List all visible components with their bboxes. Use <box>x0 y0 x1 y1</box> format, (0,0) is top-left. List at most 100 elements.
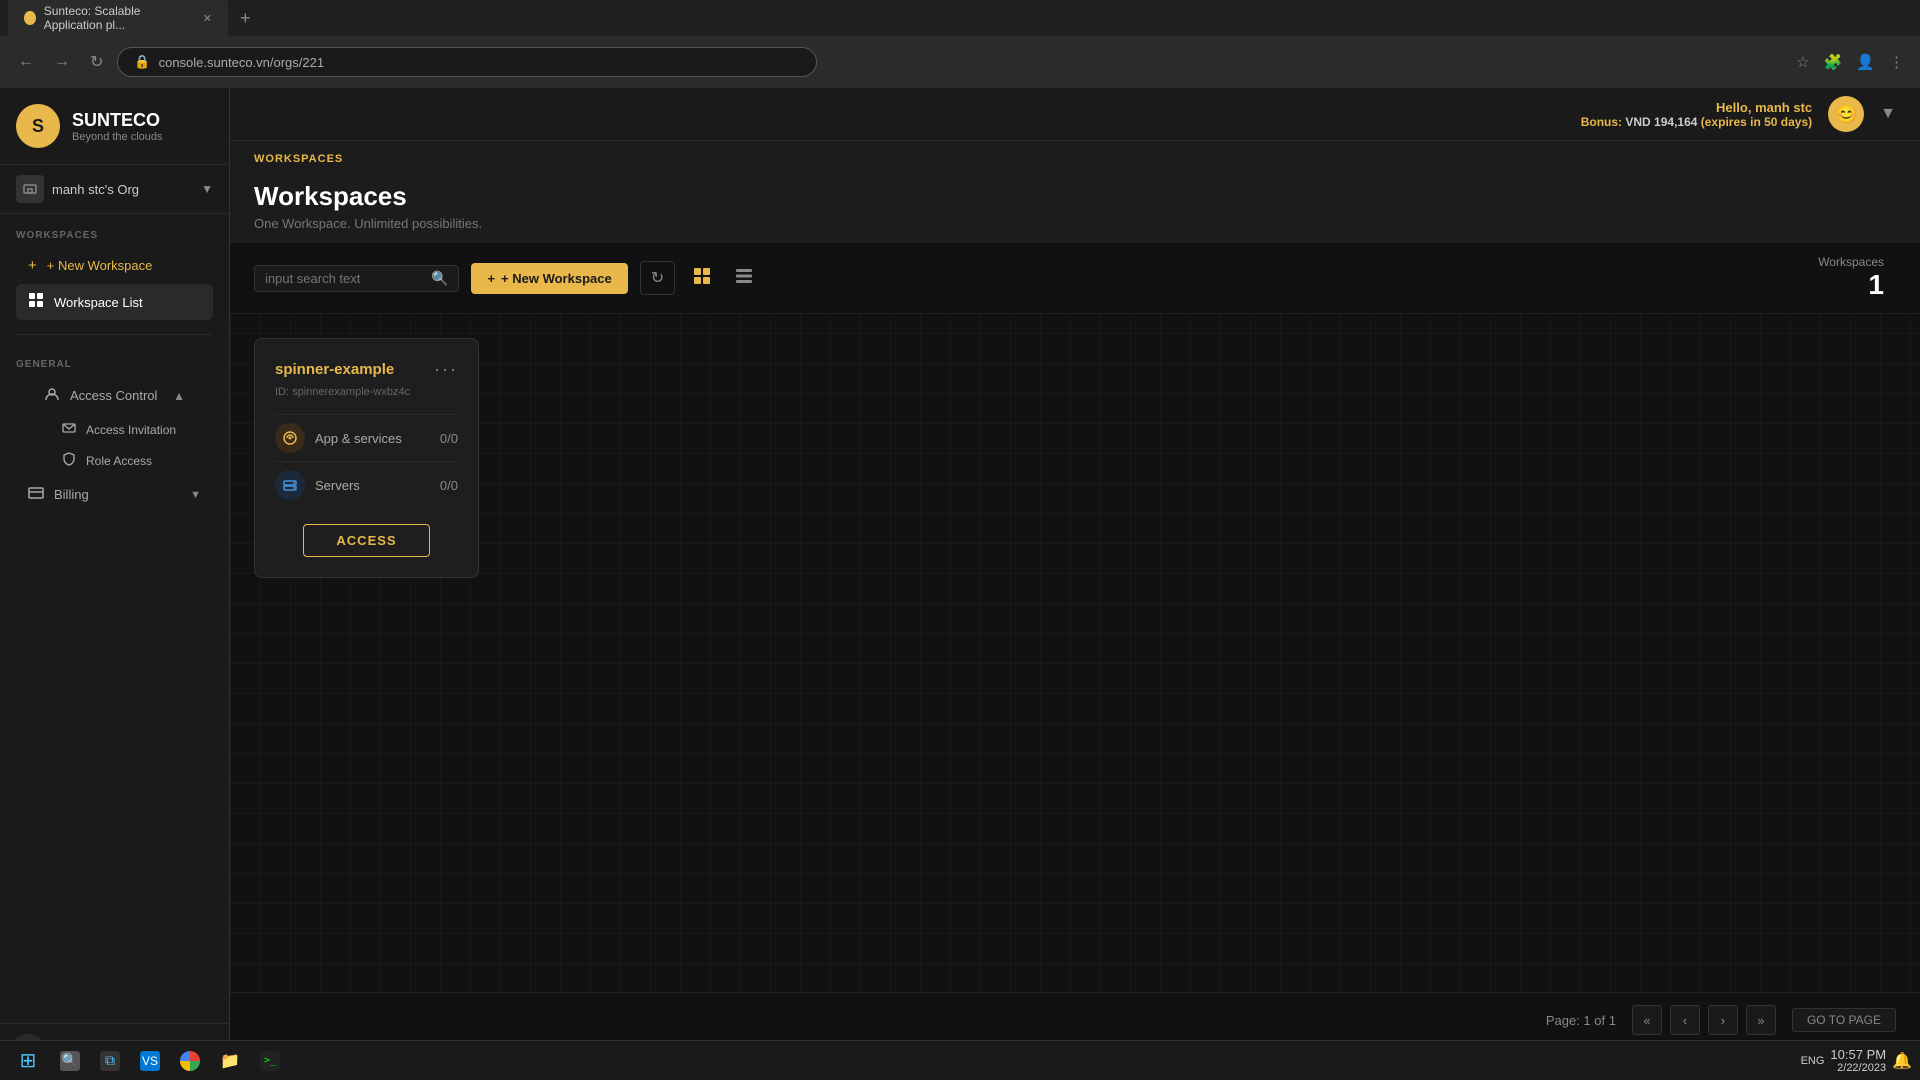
menu-btn[interactable]: ⋮ <box>1885 49 1908 75</box>
sidebar-item-role-access[interactable]: Role Access <box>52 446 213 475</box>
workspace-count-box: Workspaces 1 <box>1818 255 1884 301</box>
extensions-btn[interactable]: 🧩 <box>1820 49 1847 75</box>
new-tab-btn[interactable]: + <box>232 6 259 31</box>
search-input[interactable] <box>265 271 425 286</box>
tab-title: Sunteco: Scalable Application pl... <box>44 4 195 32</box>
workspace-servers-row: Servers 0/0 <box>275 461 458 508</box>
next-page-btn[interactable]: › <box>1708 1005 1738 1035</box>
taskbar-file-btn[interactable]: 📁 <box>212 1045 248 1077</box>
org-icon <box>16 175 44 203</box>
taskbar-chrome-btn[interactable] <box>172 1045 208 1077</box>
profile-btn[interactable]: 👤 <box>1852 49 1879 75</box>
taskbar-notification-icon[interactable]: 🔔 <box>1892 1051 1912 1071</box>
breadcrumb: WORKSPACES <box>254 153 1896 165</box>
taskbar-terminal-icon: >_ <box>260 1051 280 1071</box>
general-section: GENERAL Access Control ▲ <box>0 343 229 518</box>
tab-favicon <box>24 11 36 25</box>
taskbar-search-icon: 🔍 <box>60 1051 80 1071</box>
header-greeting: Hello, manh stc Bonus: VND 194,164 (expi… <box>1581 100 1812 129</box>
workspace-card-name: spinner-example <box>275 361 394 378</box>
refresh-btn[interactable]: ↻ <box>640 261 675 295</box>
header-username: manh stc <box>1755 100 1812 115</box>
workspace-card-id: ID: spinnerexample-wxbz4c <box>275 386 458 398</box>
taskbar-terminal-btn[interactable]: >_ <box>252 1045 288 1077</box>
sidebar-logo: S SUNTECO Beyond the clouds <box>0 88 229 165</box>
sidebar-item-access-invitation[interactable]: Access Invitation <box>52 415 213 444</box>
go-to-page-btn[interactable]: GO TO PAGE <box>1792 1008 1896 1032</box>
grid-icon <box>28 292 44 312</box>
sidebar-item-workspace-list[interactable]: Workspace List <box>16 284 213 320</box>
windows-logo-icon: ⊞ <box>20 1048 37 1073</box>
servers-count: 0/0 <box>440 478 458 493</box>
bookmark-star-btn[interactable]: ☆ <box>1792 49 1813 75</box>
forward-btn[interactable]: → <box>48 49 76 75</box>
taskbar-search-btn[interactable]: 🔍 <box>52 1045 88 1077</box>
taskbar-taskview-btn[interactable]: ⧉ <box>92 1045 128 1077</box>
taskbar-clock: 10:57 PM 2/22/2023 <box>1830 1047 1886 1074</box>
reload-btn[interactable]: ↻ <box>84 48 109 76</box>
workspaces-section: WORKSPACES + + New Workspace Workspace L… <box>0 214 229 326</box>
app-header: Hello, manh stc Bonus: VND 194,164 (expi… <box>230 88 1920 141</box>
workspace-servers-info: Servers <box>275 470 360 500</box>
header-dropdown-icon[interactable]: ▼ <box>1880 105 1896 123</box>
taskbar-chrome-icon <box>180 1051 200 1071</box>
pagination-bar: Page: 1 of 1 « ‹ › » GO TO PAGE <box>230 992 1920 1047</box>
page-header: Workspaces One Workspace. Unlimited poss… <box>230 165 1920 243</box>
logo-icon: S <box>16 104 60 148</box>
workspace-grid: spinner-example ··· ID: spinnerexample-w… <box>230 314 1920 992</box>
breadcrumb-bar: WORKSPACES <box>230 141 1920 165</box>
sidebar-item-access-control[interactable]: Access Control ▲ <box>32 378 197 413</box>
workspace-toolbar: 🔍 + + New Workspace ↻ <box>230 243 1920 314</box>
first-page-btn[interactable]: « <box>1632 1005 1662 1035</box>
app-services-count: 0/0 <box>440 431 458 446</box>
last-page-btn[interactable]: » <box>1746 1005 1776 1035</box>
servers-icon <box>275 470 305 500</box>
page-title: Workspaces <box>254 181 1896 212</box>
org-selector[interactable]: manh stc's Org ▼ <box>0 165 229 214</box>
address-bar[interactable]: 🔒 console.sunteco.vn/orgs/221 <box>117 47 817 77</box>
workspace-card: spinner-example ··· ID: spinnerexample-w… <box>254 338 479 578</box>
billing-icon <box>28 485 44 504</box>
prev-page-btn[interactable]: ‹ <box>1670 1005 1700 1035</box>
workspace-app-services-row: App & services 0/0 <box>275 414 458 461</box>
header-bonus: Bonus: VND 194,164 (expires in 50 days) <box>1581 115 1812 129</box>
lock-icon: 🔒 <box>134 54 150 70</box>
main-content: Hello, manh stc Bonus: VND 194,164 (expi… <box>230 88 1920 1080</box>
tab-close-btn[interactable]: ✕ <box>203 12 212 25</box>
new-workspace-btn[interactable]: + + New Workspace <box>471 263 627 294</box>
access-control-submenu: Access Invitation Role Access <box>16 415 213 475</box>
workspace-card-header: spinner-example ··· <box>275 359 458 380</box>
plus-icon: + <box>28 257 37 274</box>
search-box[interactable]: 🔍 <box>254 265 459 292</box>
taskbar-right: ENG 10:57 PM 2/22/2023 🔔 <box>1801 1047 1912 1074</box>
sidebar-item-billing[interactable]: Billing ▼ <box>16 477 213 512</box>
taskbar-start-btn[interactable]: ⊞ <box>8 1045 48 1077</box>
taskbar-vscode-icon: VS <box>140 1051 160 1071</box>
workspace-card-footer: ACCESS <box>275 524 458 557</box>
taskbar-lang: ENG <box>1801 1055 1825 1067</box>
app-services-label: App & services <box>315 431 402 446</box>
back-btn[interactable]: ← <box>12 49 40 75</box>
url-text: console.sunteco.vn/orgs/221 <box>159 55 325 70</box>
billing-dropdown-icon: ▼ <box>190 489 201 501</box>
workspace-card-menu-btn[interactable]: ··· <box>434 359 458 380</box>
grid-view-btn[interactable] <box>687 263 717 294</box>
org-name: manh stc's Org <box>52 182 193 197</box>
access-control-icon <box>44 386 60 405</box>
browser-tab[interactable]: Sunteco: Scalable Application pl... ✕ <box>8 0 228 38</box>
list-view-btn[interactable] <box>729 263 759 294</box>
search-icon[interactable]: 🔍 <box>431 270 448 287</box>
workspace-app-services-info: App & services <box>275 423 402 453</box>
taskbar-file-icon: 📁 <box>220 1051 240 1071</box>
mail-icon <box>62 421 76 438</box>
logo-text: SUNTECO Beyond the clouds <box>72 110 163 143</box>
page-subtitle: One Workspace. Unlimited possibilities. <box>254 216 1896 231</box>
servers-label: Servers <box>315 478 360 493</box>
sidebar-item-new-workspace[interactable]: + + New Workspace <box>16 249 213 282</box>
header-avatar[interactable]: 😊 <box>1828 96 1864 132</box>
taskbar-taskview-icon: ⧉ <box>100 1051 120 1071</box>
taskbar-vscode-btn[interactable]: VS <box>132 1045 168 1077</box>
sidebar-divider-1 <box>16 334 213 335</box>
shield-icon <box>62 452 76 469</box>
access-btn[interactable]: ACCESS <box>303 524 429 557</box>
